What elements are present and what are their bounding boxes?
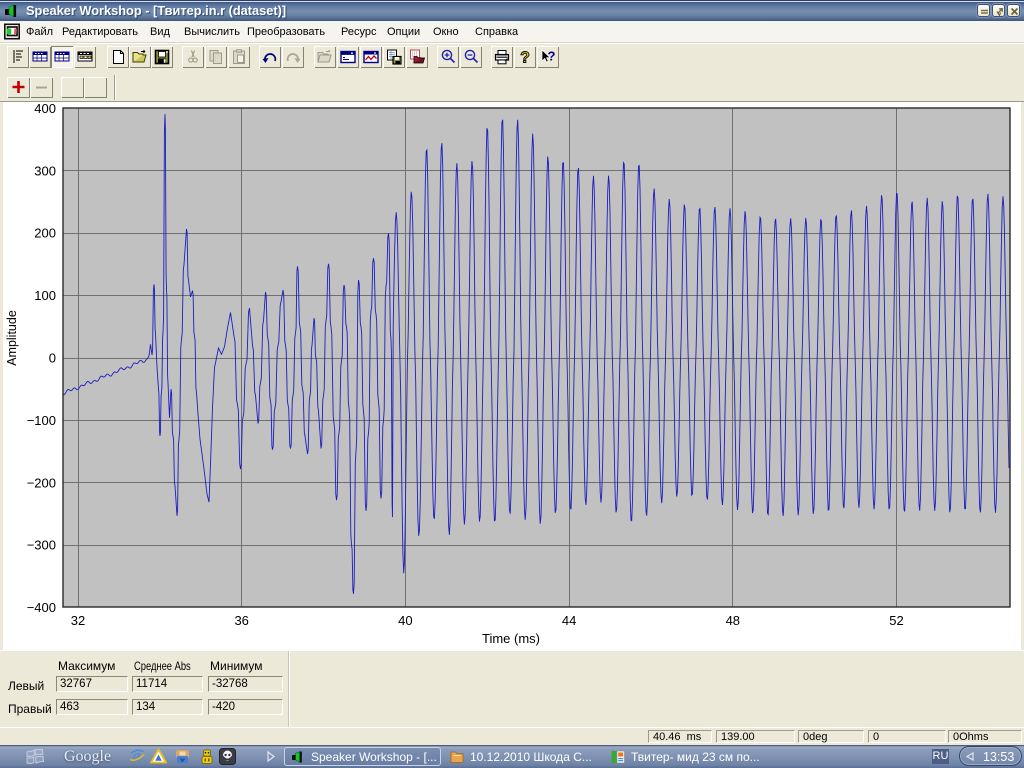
svg-text:400: 400: [34, 102, 56, 116]
svg-text:36: 36: [234, 613, 248, 628]
svg-text:40: 40: [398, 613, 412, 628]
svg-text:200: 200: [34, 226, 56, 241]
svg-text:48: 48: [726, 613, 740, 628]
svg-text:0: 0: [49, 351, 56, 366]
svg-text:?: ?: [520, 50, 530, 67]
svg-text:32: 32: [71, 613, 85, 628]
svg-text:−400: −400: [27, 600, 56, 615]
svg-text:52: 52: [889, 613, 903, 628]
svg-text:−300: −300: [27, 538, 56, 553]
svg-text:−100: −100: [27, 413, 56, 428]
svg-text:44: 44: [562, 613, 576, 628]
svg-text:100: 100: [34, 288, 56, 303]
svg-text:Amplitude: Amplitude: [5, 310, 19, 366]
svg-text:e: e: [133, 747, 141, 765]
svg-text:Time (ms): Time (ms): [482, 631, 540, 646]
svg-text:−200: −200: [27, 475, 56, 490]
svg-text:300: 300: [34, 163, 56, 178]
